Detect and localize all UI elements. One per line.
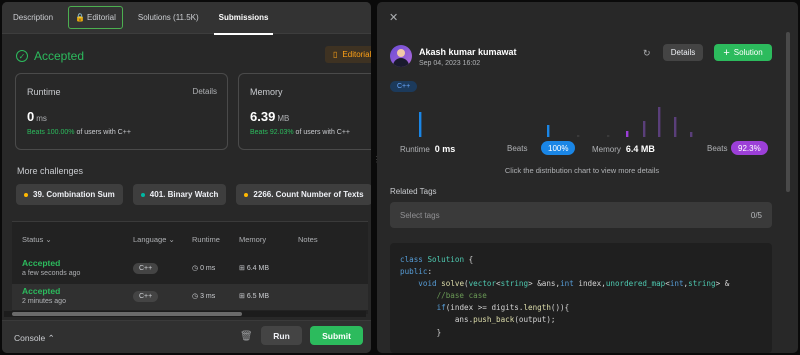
memory-bar bbox=[658, 107, 661, 137]
tags-count: 0/5 bbox=[750, 211, 762, 220]
memory-beats: Beats 92.03% of users with C++ bbox=[250, 129, 351, 136]
language-tag: C++ bbox=[390, 81, 418, 92]
code-line: //base case bbox=[436, 291, 487, 301]
plus-icon: + bbox=[723, 46, 730, 59]
book-icon: ▯ bbox=[333, 50, 338, 59]
vertical-scrollbar[interactable] bbox=[785, 26, 791, 346]
difficulty-dot-icon bbox=[140, 192, 145, 197]
tab-submissions[interactable]: Submissions bbox=[213, 9, 274, 35]
memory-bar bbox=[690, 132, 693, 137]
runtime-bar bbox=[547, 125, 550, 137]
runtime-bar bbox=[419, 112, 422, 137]
editorial-button[interactable]: ▯ Editorial bbox=[325, 46, 371, 63]
memory-beats-pill: 92.3% bbox=[731, 141, 768, 155]
submission-detail-panel: ✕ Akash kumar kumawat Sep 04, 2023 16:02… bbox=[377, 2, 798, 353]
challenge-chip[interactable]: 401. Binary Watch bbox=[132, 184, 227, 205]
runtime-value: 0 ms bbox=[27, 109, 47, 124]
panel-resize-handle[interactable]: ⋮ bbox=[373, 155, 381, 169]
check-circle-icon: ✓ bbox=[16, 50, 28, 62]
submit-button[interactable]: Submit bbox=[310, 326, 363, 345]
notes-header: Notes bbox=[298, 235, 318, 244]
runtime-bar bbox=[607, 135, 610, 137]
challenge-chip[interactable]: 39. Combination Sum bbox=[16, 184, 123, 205]
details-button[interactable]: Details bbox=[663, 44, 703, 61]
runtime-header: Runtime bbox=[192, 235, 220, 244]
chevron-up-icon: ⌃ bbox=[47, 333, 55, 343]
tab-bar: Description 🔒 Editorial Solutions (11.5K)… bbox=[2, 2, 371, 35]
memory-card[interactable]: Memory 6.39 MB Beats 92.03% of users with… bbox=[238, 73, 371, 150]
memory-bar bbox=[643, 121, 646, 137]
tab-description[interactable]: Description bbox=[8, 9, 58, 26]
tags-input[interactable]: Select tags 0/5 bbox=[390, 202, 772, 228]
distribution-chart[interactable] bbox=[377, 97, 798, 137]
runtime-beats: Beats 100.00% of users with C++ bbox=[27, 129, 131, 136]
scrollbar-thumb[interactable] bbox=[12, 312, 242, 316]
memory-beats-label: Beats bbox=[707, 144, 728, 153]
chip-icon: ⊞ bbox=[239, 265, 245, 272]
runtime-bar bbox=[577, 135, 580, 137]
memory-bar bbox=[674, 117, 677, 137]
memory-header: Memory bbox=[239, 235, 267, 244]
submission-date: Sep 04, 2023 16:02 bbox=[419, 60, 481, 67]
code-line: public: bbox=[400, 267, 433, 277]
table-row[interactable]: Accepted a few seconds ago C++ ◷ 0 ms ⊞ … bbox=[12, 256, 368, 282]
runtime-beats-pill: 100% bbox=[541, 141, 576, 155]
runtime-card[interactable]: Runtime Details 0 ms Beats 100.00% of use… bbox=[15, 73, 228, 150]
run-button[interactable]: Run bbox=[261, 326, 302, 345]
table-row[interactable]: Accepted 2 minutes ago C++ ◷ 3 ms ⊞ 6.5 … bbox=[12, 284, 368, 310]
code-block[interactable]: class Solution { public: void solve(vect… bbox=[390, 243, 772, 353]
code-line: void solve(vector<string> &ans,int index… bbox=[418, 279, 730, 289]
user-name[interactable]: Akash kumar kumawat bbox=[419, 47, 517, 57]
code-line: } bbox=[400, 327, 442, 337]
challenge-chips: 39. Combination Sum 401. Binary Watch 22… bbox=[16, 184, 371, 205]
language-header[interactable]: Language ⌄ bbox=[133, 235, 175, 244]
memory-bar bbox=[626, 131, 629, 137]
left-panel: Description 🔒 Editorial Solutions (11.5K)… bbox=[2, 2, 371, 353]
memory-value: 6.39 MB bbox=[250, 109, 290, 124]
lock-icon: 🔒 bbox=[75, 13, 85, 22]
accepted-status: ✓ Accepted bbox=[16, 49, 84, 63]
difficulty-dot-icon bbox=[244, 192, 249, 197]
clock-icon: ◷ bbox=[192, 293, 199, 300]
app-root: Description 🔒 Editorial Solutions (11.5K)… bbox=[0, 0, 800, 355]
chart-hint: Click the distribution chart to view mor… bbox=[504, 166, 660, 175]
horizontal-scrollbar[interactable] bbox=[4, 311, 366, 317]
bottom-bar: Console ⌃ 🗑 Run Submit bbox=[2, 320, 371, 353]
tab-solutions[interactable]: Solutions (11.5K) bbox=[133, 9, 204, 26]
trash-icon[interactable]: 🗑 bbox=[240, 331, 253, 342]
code-line: class Solution { bbox=[400, 255, 474, 264]
challenge-chip[interactable]: 2266. Count Number of Texts bbox=[236, 184, 371, 205]
chip-icon: ⊞ bbox=[239, 293, 245, 300]
more-challenges-title: More challenges bbox=[17, 166, 84, 176]
difficulty-dot-icon bbox=[24, 192, 28, 197]
avatar bbox=[390, 45, 412, 67]
runtime-beats-label: Beats bbox=[507, 144, 528, 153]
details-link[interactable]: Details bbox=[193, 87, 217, 96]
solution-button[interactable]: + Solution bbox=[714, 44, 772, 61]
code-line: ans.push_back(output); bbox=[400, 315, 556, 325]
tab-editorial[interactable]: 🔒 Editorial bbox=[68, 6, 123, 29]
related-tags-label: Related Tags bbox=[390, 187, 437, 196]
runtime-stat: Runtime 0 ms bbox=[400, 144, 456, 154]
share-icon[interactable]: ↻ bbox=[643, 48, 651, 59]
status-header[interactable]: Status ⌄ bbox=[22, 235, 52, 244]
console-toggle[interactable]: Console ⌃ bbox=[14, 333, 55, 344]
close-icon[interactable]: ✕ bbox=[389, 11, 398, 24]
code-line: if(index >= digits.length()){ bbox=[436, 303, 570, 313]
submissions-table: Status ⌄ Language ⌄ Runtime Memory Notes… bbox=[12, 221, 368, 314]
scrollbar-thumb[interactable] bbox=[786, 32, 790, 192]
clock-icon: ◷ bbox=[192, 265, 199, 272]
memory-stat: Memory 6.4 MB bbox=[592, 144, 655, 154]
